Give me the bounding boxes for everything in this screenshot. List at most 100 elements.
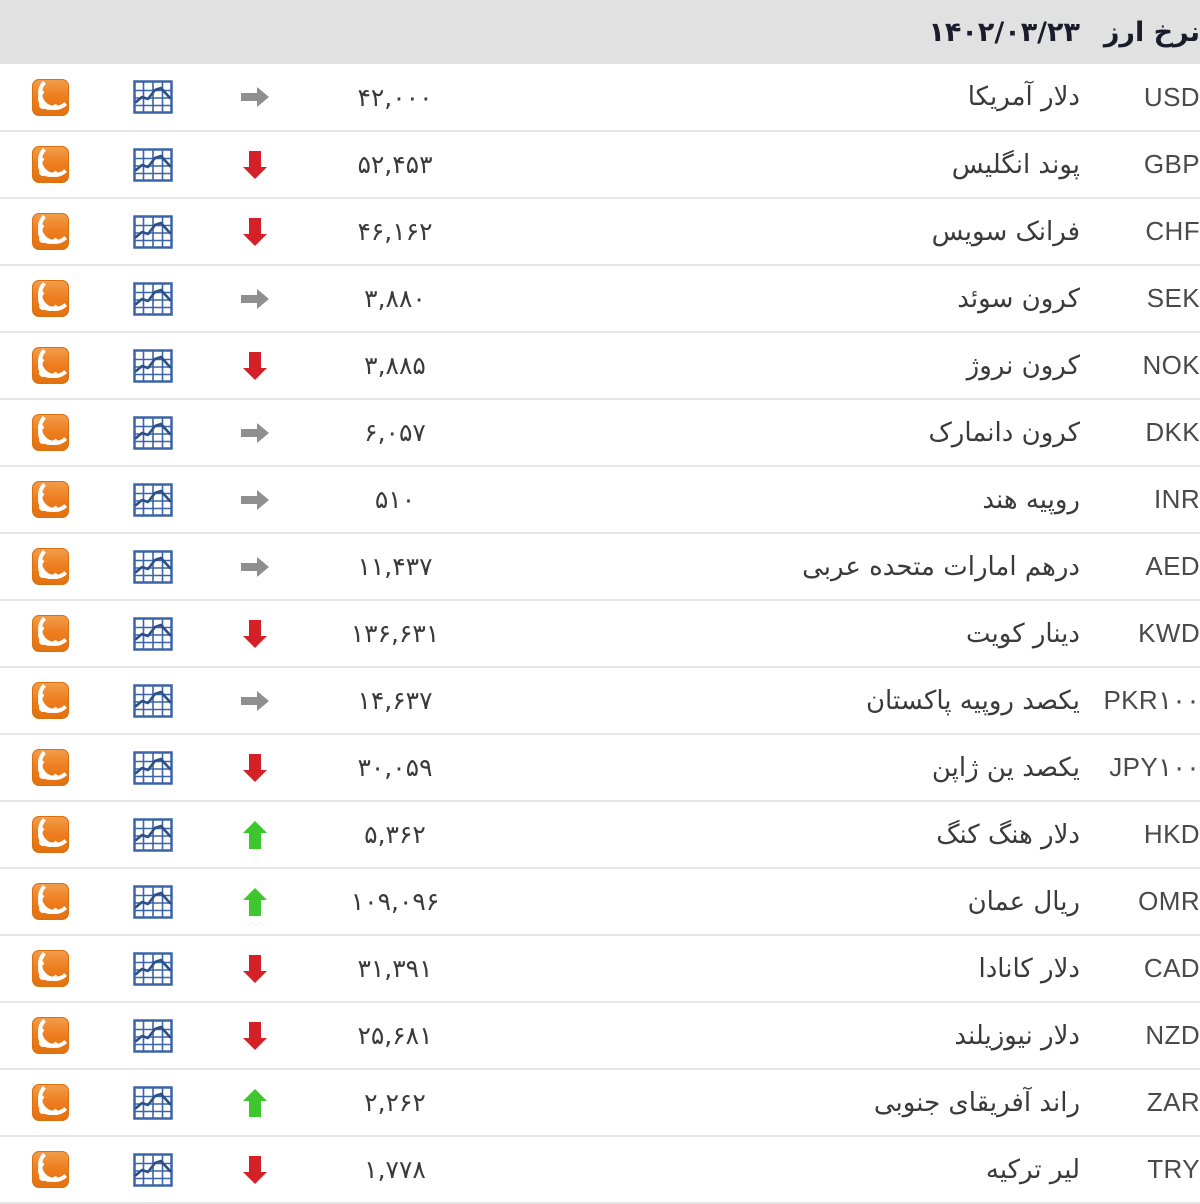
currency-rate-value: ۵۱۰ — [374, 485, 416, 514]
line-chart-icon[interactable] — [100, 466, 205, 533]
rss-feed-icon[interactable] — [0, 64, 100, 131]
row-spacer — [485, 600, 650, 667]
table-row[interactable]: AED درهم امارات متحده عربی ۱۱,۴۳۷ — [0, 533, 1200, 600]
exchange-rate-table: نرخ ارز ۱۴۰۲/۰۳/۲۳ USD دلار آمریکا ۴۲,۰۰۰ G… — [0, 0, 1200, 1204]
rss-feed-icon[interactable] — [0, 1002, 100, 1069]
row-spacer — [485, 131, 650, 198]
row-spacer — [485, 1002, 650, 1069]
header-title: نرخ ارز — [1103, 16, 1200, 48]
table-row[interactable]: GBP پوند انگلیس ۵۲,۴۵۳ — [0, 131, 1200, 198]
table-row[interactable]: SEK کرون سوئد ۳,۸۸۰ — [0, 265, 1200, 332]
table-row[interactable]: KWD دینار کویت ۱۳۶,۶۳۱ — [0, 600, 1200, 667]
currency-rate-value: ۱۱,۴۳۷ — [357, 552, 433, 581]
currency-code: OMR — [1138, 886, 1200, 916]
currency-name: دلار کانادا — [978, 953, 1081, 984]
currency-name: یکصد ین ژاپن — [931, 752, 1080, 783]
header-row: نرخ ارز ۱۴۰۲/۰۳/۲۳ — [0, 0, 1200, 64]
line-chart-icon[interactable] — [100, 1069, 205, 1136]
arrow-down-icon — [205, 600, 305, 667]
currency-code: TRY — [1147, 1154, 1200, 1184]
currency-name: دلار آمریکا — [967, 82, 1080, 112]
table-row[interactable]: ZAR راند آفریقای جنوبی ۲,۲۶۲ — [0, 1069, 1200, 1136]
line-chart-icon[interactable] — [100, 332, 205, 399]
rss-feed-icon[interactable] — [0, 667, 100, 734]
row-spacer — [485, 734, 650, 801]
arrow-right-icon — [205, 466, 305, 533]
currency-rate-value: ۱۳۶,۶۳۱ — [350, 619, 440, 648]
line-chart-icon[interactable] — [100, 868, 205, 935]
line-chart-icon[interactable] — [100, 265, 205, 332]
currency-code: NOK — [1142, 350, 1200, 380]
line-chart-icon[interactable] — [100, 734, 205, 801]
row-spacer — [485, 265, 650, 332]
table-row[interactable]: HKD دلار هنگ کنگ ۵,۳۶۲ — [0, 801, 1200, 868]
rss-feed-icon[interactable] — [0, 131, 100, 198]
currency-rate-value: ۴۲,۰۰۰ — [357, 82, 433, 112]
currency-code: SEK — [1146, 283, 1200, 313]
row-spacer — [485, 868, 650, 935]
header-chart-blank — [100, 0, 205, 64]
currency-code: CAD — [1143, 953, 1200, 983]
row-spacer — [485, 198, 650, 265]
line-chart-icon[interactable] — [100, 1136, 205, 1203]
currency-name: کرون سوئد — [957, 283, 1080, 314]
rss-feed-icon[interactable] — [0, 466, 100, 533]
table-row[interactable]: OMR ریال عمان ۱۰۹,۰۹۶ — [0, 868, 1200, 935]
line-chart-icon[interactable] — [100, 1002, 205, 1069]
currency-rate-value: ۳۱,۳۹۱ — [357, 954, 433, 983]
line-chart-icon[interactable] — [100, 131, 205, 198]
table-row[interactable]: DKK کرون دانمارک ۶,۰۵۷ — [0, 399, 1200, 466]
line-chart-icon[interactable] — [100, 935, 205, 1002]
rss-feed-icon[interactable] — [0, 801, 100, 868]
rss-feed-icon[interactable] — [0, 1136, 100, 1203]
header-date: ۱۴۰۲/۰۳/۲۳ — [928, 16, 1080, 48]
line-chart-icon[interactable] — [100, 667, 205, 734]
table-row[interactable]: NOK کرون نروژ ۳,۸۸۵ — [0, 332, 1200, 399]
currency-name: درهم امارات متحده عربی — [802, 551, 1080, 582]
arrow-down-icon — [205, 1136, 305, 1203]
rss-feed-icon[interactable] — [0, 399, 100, 466]
line-chart-icon[interactable] — [100, 198, 205, 265]
currency-name: پوند انگلیس — [951, 149, 1080, 180]
row-spacer — [485, 466, 650, 533]
rss-feed-icon[interactable] — [0, 600, 100, 667]
currency-rate-value: ۳,۸۸۰ — [364, 284, 426, 313]
table-row[interactable]: TRY لیر ترکیه ۱,۷۷۸ — [0, 1136, 1200, 1203]
currency-name: لیر ترکیه — [985, 1154, 1080, 1185]
rss-feed-icon[interactable] — [0, 198, 100, 265]
table-row[interactable]: CAD دلار کانادا ۳۱,۳۹۱ — [0, 935, 1200, 1002]
rss-feed-icon[interactable] — [0, 265, 100, 332]
arrow-down-icon — [205, 131, 305, 198]
arrow-down-icon — [205, 935, 305, 1002]
rss-feed-icon[interactable] — [0, 332, 100, 399]
arrow-right-icon — [205, 667, 305, 734]
currency-code: PKR۱۰۰ — [1103, 685, 1200, 715]
rss-feed-icon[interactable] — [0, 1069, 100, 1136]
row-spacer — [485, 801, 650, 868]
table-row[interactable]: PKR۱۰۰ یکصد روپیه پاکستان ۱۴,۶۳۷ — [0, 667, 1200, 734]
currency-rate-value: ۲۵,۶۸۱ — [357, 1021, 433, 1050]
line-chart-icon[interactable] — [100, 801, 205, 868]
row-spacer — [485, 64, 650, 131]
rss-feed-icon[interactable] — [0, 734, 100, 801]
header-value-blank — [305, 0, 485, 64]
currency-rate-value: ۱۴,۶۳۷ — [357, 686, 433, 715]
line-chart-icon[interactable] — [100, 600, 205, 667]
arrow-up-icon — [205, 1069, 305, 1136]
currency-name: کرون دانمارک — [928, 417, 1080, 448]
table-row[interactable]: CHF فرانک سویس ۴۶,۱۶۲ — [0, 198, 1200, 265]
line-chart-icon[interactable] — [100, 64, 205, 131]
rss-feed-icon[interactable] — [0, 868, 100, 935]
table-row[interactable]: USD دلار آمریکا ۴۲,۰۰۰ — [0, 64, 1200, 131]
currency-code: KWD — [1138, 618, 1200, 648]
line-chart-icon[interactable] — [100, 399, 205, 466]
table-row[interactable]: NZD دلار نیوزیلند ۲۵,۶۸۱ — [0, 1002, 1200, 1069]
rss-feed-icon[interactable] — [0, 935, 100, 1002]
currency-name: راند آفریقای جنوبی — [873, 1087, 1080, 1118]
currency-code: DKK — [1145, 417, 1200, 447]
table-row[interactable]: JPY۱۰۰ یکصد ین ژاپن ۳۰,۰۵۹ — [0, 734, 1200, 801]
table-row[interactable]: INR روپیه هند ۵۱۰ — [0, 466, 1200, 533]
currency-name: دینار کویت — [966, 618, 1080, 649]
rss-feed-icon[interactable] — [0, 533, 100, 600]
line-chart-icon[interactable] — [100, 533, 205, 600]
